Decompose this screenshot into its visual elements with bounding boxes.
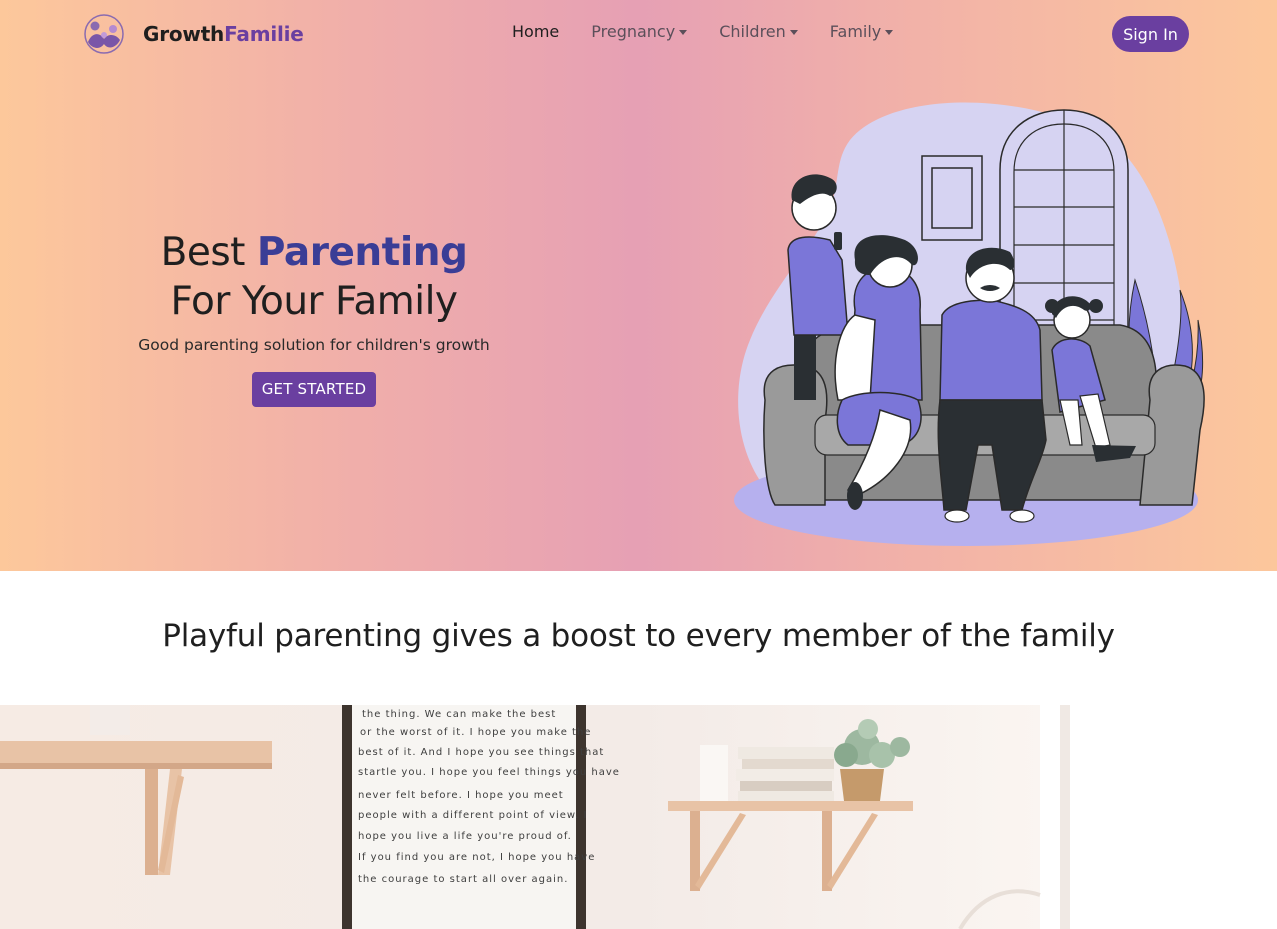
nav-dropdown-children[interactable]: Children (719, 22, 798, 41)
sign-line: the courage to start all over again. (358, 874, 568, 885)
caret-down-icon (789, 29, 798, 35)
sign-line: the thing. We can make the best (362, 709, 556, 720)
sign-line: best of it. And I hope you see things th… (358, 747, 604, 758)
hero-text: Best Parenting For Your Family Good pare… (114, 228, 514, 407)
caret-down-icon (885, 29, 894, 35)
family-on-sofa-illustration (734, 102, 1205, 546)
section-title: Playful parenting gives a boost to every… (162, 618, 1115, 654)
nav-link-home-label: Home (512, 22, 560, 41)
hero-headline-pre: Best (160, 230, 257, 275)
nav-dropdown-family-label: Family (829, 22, 882, 41)
sign-line: or the worst of it. I hope you make the (360, 727, 591, 738)
hero-headline-accent: Parenting (256, 230, 468, 275)
sign-line: people with a different point of view. I (358, 810, 588, 821)
sign-line: If you find you are not, I hope you have (358, 852, 595, 863)
get-started-button[interactable]: GET STARTED (252, 372, 376, 407)
sign-in-button[interactable]: Sign In (1112, 16, 1189, 52)
nav-dropdown-family[interactable]: Family (829, 22, 894, 41)
nav-links: Home Pregnancy Children Family (512, 22, 925, 41)
brand-name-part2: Familie (224, 22, 304, 46)
caret-down-icon (679, 29, 688, 35)
nav-link-home[interactable]: Home (512, 22, 559, 41)
family-hug-logo-icon (84, 14, 124, 54)
navbar: GrowthFamilie Home Pregnancy Children Fa… (0, 0, 1277, 68)
hero-headline: Best Parenting For Your Family (114, 228, 514, 326)
nav-dropdown-pregnancy[interactable]: Pregnancy (591, 22, 688, 41)
nav-dropdown-children-label: Children (719, 22, 786, 41)
nav-dropdown-pregnancy-label: Pregnancy (591, 22, 676, 41)
sign-line: hope you live a life you're proud of. (358, 831, 572, 842)
sign-line: never felt before. I hope you meet (358, 790, 564, 801)
brand[interactable]: GrowthFamilie (82, 12, 304, 56)
hero-section: GrowthFamilie Home Pregnancy Children Fa… (0, 0, 1277, 571)
brand-name: GrowthFamilie (143, 22, 304, 46)
shelves-photo: the thing. We can make the best or the w… (0, 705, 1277, 929)
hero-subtitle: Good parenting solution for children's g… (138, 336, 490, 354)
sign-line: startle you. I hope you feel things you … (358, 767, 620, 778)
brand-name-part1: Growth (143, 22, 225, 46)
hero-headline-line2: For Your Family (170, 279, 458, 324)
